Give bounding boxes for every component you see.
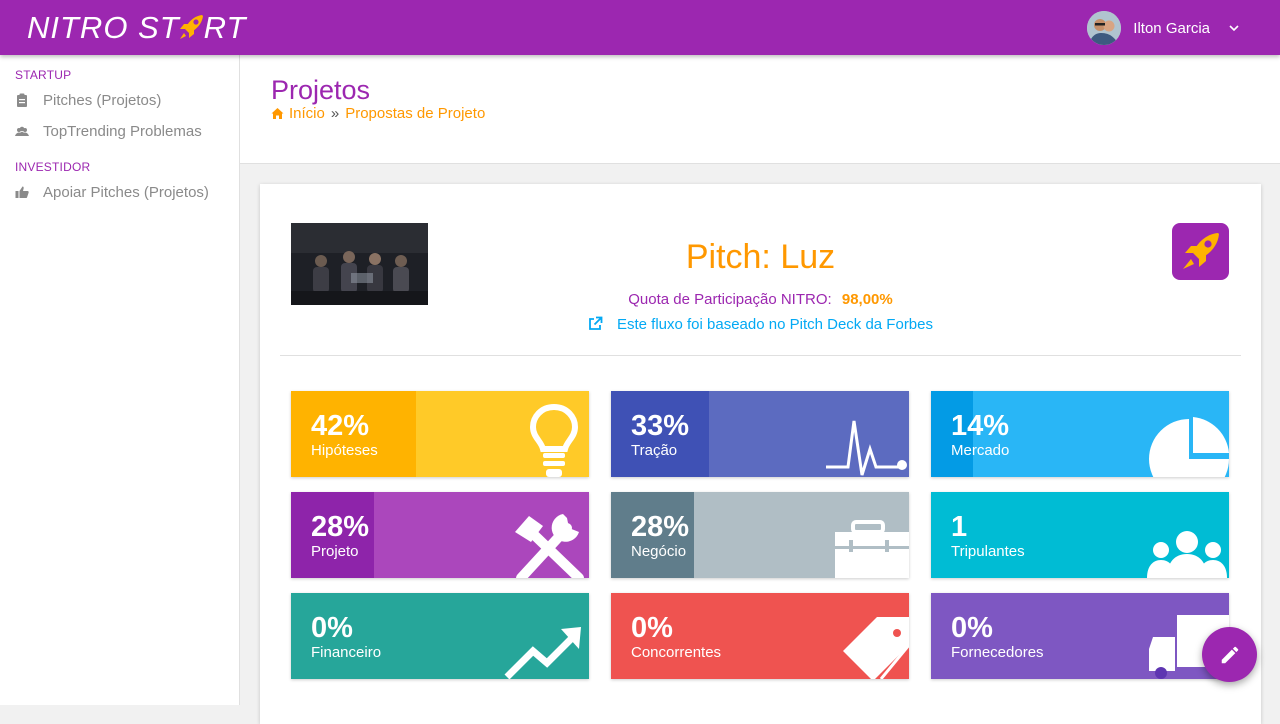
rocket-logo-icon (176, 12, 206, 44)
tile-label: Tripulantes (951, 543, 1025, 560)
tile-percentage: 33% (631, 410, 690, 442)
quota-value: 98,00% (841, 291, 893, 308)
sidebar-item-label: TopTrending Problemas (43, 122, 202, 140)
tile-label: Projeto (311, 543, 359, 560)
forbes-link-text: Este fluxo foi baseado no Pitch Deck da … (616, 316, 933, 333)
tile-fornecedores[interactable]: 0% Fornecedores (931, 593, 1229, 679)
lightbulb-icon (529, 403, 579, 477)
avatar (1087, 11, 1122, 45)
tile-label: Hipóteses (311, 442, 378, 459)
tile-mercado[interactable]: 14% Mercado (931, 391, 1229, 477)
sidebar-section-startup: STARTUP (15, 68, 72, 82)
sidebar-item-toptrending[interactable]: TopTrending Problemas (15, 120, 202, 142)
trend-up-icon (504, 627, 581, 679)
top-navbar: NITRO ST RT Ilton Garcia (0, 0, 1280, 55)
tile-label: Concorrentes (631, 644, 722, 661)
sidebar-section-investor: INVESTIDOR (15, 160, 91, 174)
sidebar-item-label: Pitches (Projetos) (43, 91, 162, 109)
thumbs-up-icon (15, 186, 29, 198)
tile-percentage: 14% (951, 410, 1010, 442)
page-header: Projetos Início » Propostas de Projeto (240, 55, 1280, 164)
brand-text-right: RT (203, 10, 247, 45)
tile-percentage: 1 (951, 511, 968, 543)
briefcase-icon (835, 520, 909, 578)
user-name: Ilton Garcia (1133, 19, 1210, 37)
user-menu[interactable]: Ilton Garcia (1087, 11, 1240, 45)
chevron-down-icon (1229, 25, 1239, 32)
home-icon (271, 108, 284, 119)
breadcrumb-current-link[interactable]: Propostas de Projeto (345, 105, 485, 122)
edit-fab-button[interactable] (1202, 627, 1257, 682)
quota-line: Quota de Participação NITRO: 98,00% (260, 291, 1261, 308)
tile-negocio[interactable]: 28% Negócio (611, 492, 909, 578)
sidebar: STARTUP Pitches (Projetos) TopTrending P… (0, 55, 240, 705)
sidebar-item-pitches[interactable]: Pitches (Projetos) (15, 89, 161, 111)
tile-hipoteses[interactable]: 42% Hipóteses (291, 391, 589, 477)
tile-projeto[interactable]: 28% Projeto (291, 492, 589, 578)
forbes-link[interactable]: Este fluxo foi baseado no Pitch Deck da … (260, 316, 1261, 333)
rocket-button[interactable] (1172, 223, 1229, 280)
breadcrumb-separator: » (330, 105, 340, 122)
breadcrumb: Início » Propostas de Projeto (271, 105, 485, 122)
team-icon (1147, 531, 1227, 578)
tile-label: Tração (631, 442, 678, 459)
pitch-title: Pitch: Luz (685, 238, 836, 276)
tile-percentage: 28% (631, 511, 690, 543)
tile-label: Fornecedores (951, 644, 1044, 661)
rocket-icon (1183, 233, 1219, 269)
sidebar-item-apoiar[interactable]: Apoiar Pitches (Projetos) (15, 181, 209, 203)
pencil-icon (1221, 646, 1238, 663)
quota-label: Quota de Participação NITRO: (628, 291, 832, 308)
breadcrumb-home-link[interactable]: Início (289, 105, 325, 122)
tag-icon (843, 617, 909, 679)
tile-percentage: 28% (311, 511, 370, 543)
brand-logo[interactable]: NITRO ST RT (27, 10, 246, 46)
tile-percentage: 42% (311, 410, 370, 442)
tile-percentage: 0% (951, 612, 993, 644)
external-link-icon (589, 316, 603, 330)
brand-text-left: NITRO ST (27, 10, 180, 45)
tile-percentage: 0% (631, 612, 673, 644)
users-icon (15, 126, 29, 136)
page-title: Projetos (271, 75, 371, 105)
pulse-icon (826, 420, 907, 476)
tile-concorrentes[interactable]: 0% Concorrentes (611, 593, 909, 679)
tools-icon (515, 514, 584, 578)
pie-chart-icon (1149, 417, 1229, 477)
tile-percentage: 0% (311, 612, 353, 644)
tile-label: Mercado (951, 442, 1010, 459)
sidebar-item-label: Apoiar Pitches (Projetos) (43, 183, 209, 201)
tile-label: Negócio (631, 543, 687, 560)
tile-financeiro[interactable]: 0% Financeiro (291, 593, 589, 679)
divider (280, 355, 1241, 356)
tile-tripulantes[interactable]: 1 Tripulantes (931, 492, 1229, 578)
clipboard-icon (17, 93, 27, 107)
tile-tracao[interactable]: 33% Tração (611, 391, 909, 477)
tile-label: Financeiro (311, 644, 382, 661)
